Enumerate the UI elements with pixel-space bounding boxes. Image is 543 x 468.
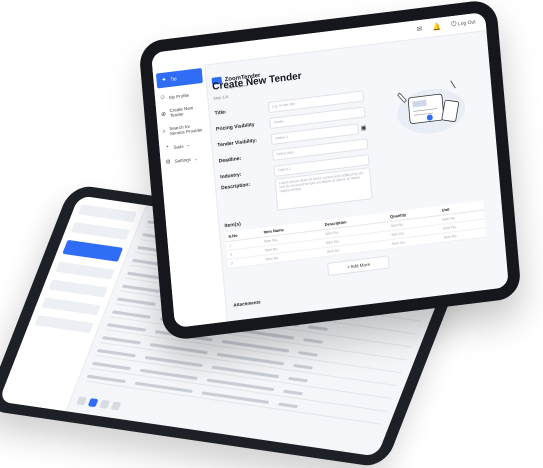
- page-button[interactable]: [110, 401, 122, 411]
- page-button[interactable]: [76, 396, 88, 406]
- mail-icon[interactable]: ✉: [416, 25, 422, 34]
- industry-label: Industry:: [219, 171, 242, 181]
- search-icon: ⌕: [162, 128, 167, 135]
- items-title: Item(s): [224, 221, 242, 230]
- sidebar-item-label: Tip: [170, 76, 177, 82]
- logout-label: Log Out: [457, 19, 476, 28]
- page-button[interactable]: [99, 399, 110, 409]
- sidebar: ✦ Tip ☺ My Profile ⊕ Create New Tender ⌕…: [152, 64, 228, 328]
- front-tablet-screen: ✉ 🔔 ⏻ Log Out ✦ Tip ☺ My Profile ⊕ Creat…: [151, 12, 509, 328]
- front-tablet: ✉ 🔔 ⏻ Log Out ✦ Tip ☺ My Profile ⊕ Creat…: [138, 0, 522, 342]
- back-sidebar-item[interactable]: [48, 279, 108, 298]
- wrench-icon: ✦: [161, 77, 167, 84]
- page-button-active[interactable]: [87, 398, 99, 408]
- tender-illustration: [397, 80, 466, 134]
- pagination: [76, 396, 122, 411]
- back-sidebar-item[interactable]: [34, 315, 94, 334]
- title-label: Title:: [214, 109, 227, 117]
- sidebar-item-tip[interactable]: ✦ Tip: [155, 67, 203, 89]
- gear-icon: ⚙: [165, 159, 172, 166]
- tender-visibility-label: Tender Visibility:: [217, 137, 258, 149]
- tender-form: Title: e.g. tender title Pricing Visibil…: [214, 87, 373, 215]
- deadline-label: Deadline:: [218, 155, 242, 165]
- pricing-visibility-label: Pricing Visibility: [215, 121, 255, 133]
- sidebar-item-label: Search for Service Provider: [169, 123, 203, 137]
- plus-icon: ⊕: [160, 111, 167, 118]
- calendar-icon[interactable]: ▣: [360, 124, 367, 132]
- topbar: ✉ 🔔 ⏻ Log Out: [151, 12, 487, 72]
- back-sidebar-item[interactable]: [70, 222, 131, 241]
- breadcrumb: Step 1/4: [213, 93, 229, 101]
- add-more-button[interactable]: + Add More: [327, 255, 390, 276]
- sidebar-item-label: Create New Tender: [169, 105, 194, 119]
- back-sidebar-item[interactable]: [77, 204, 138, 223]
- sidebar-item-label: Settings: [174, 156, 192, 164]
- back-sidebar-item-active[interactable]: [62, 239, 124, 262]
- back-sidebar-item[interactable]: [41, 297, 101, 316]
- chevron-down-icon: ⌄: [193, 155, 198, 162]
- back-sidebar-item[interactable]: [55, 261, 115, 280]
- sidebar-item-label: My Profile: [168, 92, 190, 100]
- power-icon: ⏻: [450, 20, 457, 29]
- bell-icon[interactable]: 🔔: [432, 22, 441, 31]
- chart-icon: ◔: [164, 144, 170, 151]
- user-icon: ☺: [159, 94, 166, 102]
- sidebar-item-label: Saas: [173, 143, 184, 150]
- attachments-label: Attachments: [233, 299, 261, 308]
- chevron-down-icon: ⌄: [186, 141, 191, 148]
- logout-button[interactable]: ⏻ Log Out: [451, 18, 476, 29]
